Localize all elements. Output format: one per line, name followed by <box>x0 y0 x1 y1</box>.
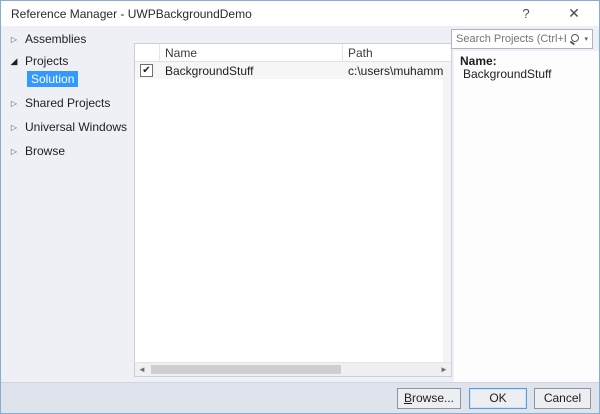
title-bar[interactable]: Reference Manager - UWPBackgroundDemo ? … <box>1 1 599 26</box>
category-tree: ▷ Assemblies ◢ Projects Solution ▷ Share… <box>1 26 133 382</box>
tree-item-shared-projects[interactable]: ▷ Shared Projects <box>1 94 110 112</box>
chevron-collapsed-icon: ▷ <box>9 99 19 108</box>
window-title: Reference Manager - UWPBackgroundDemo <box>11 7 252 21</box>
chevron-collapsed-icon: ▷ <box>9 35 19 44</box>
reference-manager-dialog: Reference Manager - UWPBackgroundDemo ? … <box>0 0 600 414</box>
search-input[interactable] <box>452 33 570 45</box>
tree-item-label: Projects <box>25 54 68 68</box>
row-checkbox[interactable]: ✔ <box>140 64 153 77</box>
help-icon[interactable]: ? <box>509 1 543 26</box>
column-header-path[interactable]: Path <box>343 44 451 62</box>
row-path-cell: c:\users\muhammad.wac <box>348 64 451 78</box>
scroll-left-icon[interactable]: ◄ <box>135 363 149 376</box>
cancel-button[interactable]: Cancel <box>534 388 591 409</box>
browse-button-label: rowse... <box>412 391 454 405</box>
tree-item-browse[interactable]: ▷ Browse <box>1 142 65 160</box>
search-box: ▾ <box>451 29 593 49</box>
details-name-label: Name: <box>460 54 497 68</box>
project-list: Name Path ✔ BackgroundStuff c:\users\muh… <box>134 43 452 377</box>
chevron-expanded-icon: ◢ <box>9 56 19 67</box>
browse-button[interactable]: Browse... <box>397 388 461 409</box>
close-icon[interactable]: ✕ <box>557 1 591 26</box>
details-panel: Name: BackgroundStuff <box>454 51 599 382</box>
search-icon[interactable] <box>570 33 582 45</box>
tree-item-label: Assemblies <box>25 32 86 46</box>
browse-button-accesskey: B <box>404 391 412 405</box>
column-header-checkbox[interactable] <box>135 44 160 62</box>
scrollbar-thumb[interactable] <box>151 365 341 374</box>
row-name-cell: BackgroundStuff <box>165 64 254 78</box>
scroll-right-icon[interactable]: ► <box>437 363 451 376</box>
tree-item-solution[interactable]: Solution <box>27 70 78 88</box>
tree-item-label: Solution <box>27 71 78 87</box>
details-name-value: BackgroundStuff <box>463 67 552 81</box>
search-dropdown-icon[interactable]: ▾ <box>584 35 588 43</box>
vertical-scrollbar[interactable] <box>443 62 451 362</box>
chevron-collapsed-icon: ▷ <box>9 123 19 132</box>
horizontal-scrollbar[interactable]: ◄ ► <box>135 362 451 376</box>
tree-item-assemblies[interactable]: ▷ Assemblies <box>1 30 86 48</box>
tree-item-label: Shared Projects <box>25 96 110 110</box>
tree-item-projects[interactable]: ◢ Projects <box>1 52 68 70</box>
list-header: Name Path <box>135 44 451 62</box>
tree-item-universal-windows[interactable]: ▷ Universal Windows <box>1 118 127 136</box>
chevron-collapsed-icon: ▷ <box>9 147 19 156</box>
tree-item-label: Universal Windows <box>25 120 127 134</box>
footer: Browse... OK Cancel <box>1 382 599 413</box>
column-header-name[interactable]: Name <box>160 44 343 62</box>
dialog-content: ▷ Assemblies ◢ Projects Solution ▷ Share… <box>1 26 599 382</box>
table-row[interactable]: ✔ BackgroundStuff c:\users\muhammad.wac <box>135 62 451 79</box>
ok-button[interactable]: OK <box>469 388 527 409</box>
tree-item-label: Browse <box>25 144 65 158</box>
